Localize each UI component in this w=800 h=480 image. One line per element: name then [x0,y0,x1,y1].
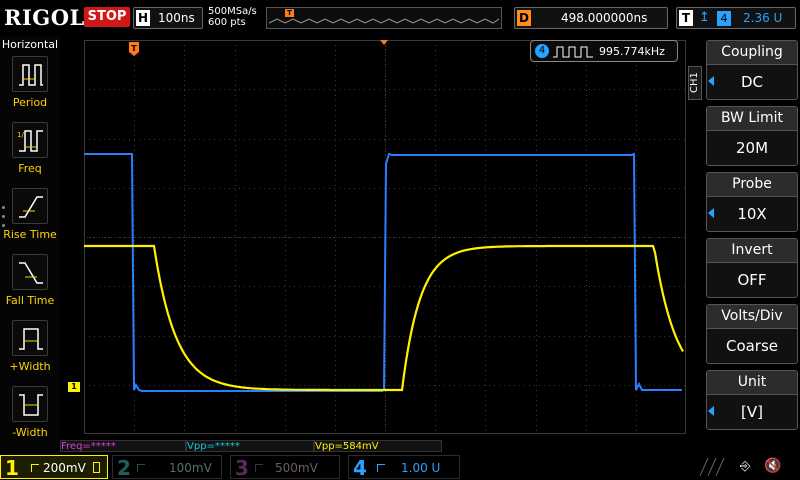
memory-waveform-icon [269,18,499,24]
channel-4-scale: 1.00 U [401,461,441,475]
timebase-value: 100ns [158,11,195,25]
ch1-ground-marker[interactable]: 1 [68,382,80,392]
invert-value: OFF [706,262,798,298]
coupling-icon [255,464,263,472]
positive-width-icon [12,320,48,356]
probe-setting[interactable]: Probe 10X [706,172,798,234]
run-stop-indicator[interactable]: STOP [84,7,130,27]
volts-div-setting[interactable]: Volts/Div Coarse [706,304,798,366]
volts-div-title: Volts/Div [706,304,798,328]
left-arrow-icon [708,406,714,416]
ch4-waveform [84,152,682,392]
measure-fall-time[interactable]: Fall Time [0,254,60,316]
channel-4-status[interactable]: 4 1.00 U [348,455,460,480]
negative-width-icon [12,386,48,422]
channel-status-bar: 1 200mV 2 100mV 3 500mV 4 1.00 U ⎆ 🔇 [0,454,800,480]
bw-limit-setting[interactable]: BW Limit 20M [706,106,798,168]
coupling-icon [31,464,39,472]
sampling-info: 500MSa/s 600 pts [208,6,257,28]
left-menu-title: Horizontal [1,38,59,51]
period-label: Period [12,96,48,109]
square-wave-icon [553,46,593,58]
channel-2-scale: 100mV [169,461,212,475]
unit-setting[interactable]: Unit [V] [706,370,798,432]
freq-label: Freq [18,162,42,175]
volts-div-value: Coarse [706,328,798,364]
measure-period[interactable]: Period [0,56,60,118]
coupling-title: Coupling [706,40,798,64]
trigger-position-marker: T [285,9,294,17]
measure-negative-width[interactable]: -Width [0,386,60,448]
center-delay-marker [380,40,388,45]
channel-1-number: 1 [5,456,19,480]
sample-rate: 500MSa/s [208,6,257,17]
measure-rise-time[interactable]: Rise Time [0,188,60,250]
bw-limit-icon [93,462,100,473]
unit-title: Unit [706,370,798,394]
channel-2-number: 2 [117,456,131,480]
top-status-bar: RIGOL® STOP H 100ns 500MSa/s 600 pts T D… [0,0,800,36]
rise-time-icon [12,188,48,224]
delay-value: 498.000000ns [561,11,648,25]
measurement-freq[interactable]: Freq=***** [60,440,186,452]
channel-3-number: 3 [235,456,249,480]
invert-title: Invert [706,238,798,262]
rise-time-label: Rise Time [3,228,57,241]
counter-value: 995.774kHz [599,45,665,58]
left-arrow-icon [708,208,714,218]
usb-icon: ⎆ [740,459,751,474]
left-arrow-icon [708,76,714,86]
brand-logo: RIGOL® [4,5,93,30]
status-stripe-icon [700,458,725,476]
negative-width-label: -Width [12,426,48,439]
channel-3-scale: 500mV [275,461,318,475]
delay-box[interactable]: D 498.000000ns [514,7,668,29]
measurement-vpp-ch1[interactable]: Vpp=584mV [314,440,442,452]
ch1-ground-label: 1 [71,382,77,391]
frequency-counter[interactable]: 4 995.774kHz [530,40,678,62]
coupling-setting[interactable]: Coupling DC [706,40,798,102]
svg-text:1/: 1/ [17,131,24,139]
probe-title: Probe [706,172,798,196]
period-icon [12,56,48,92]
fall-time-label: Fall Time [5,294,55,307]
speaker-muted-icon[interactable]: 🔇 [764,458,781,474]
memory-overview-bar[interactable]: T [266,7,502,29]
channel-1-status[interactable]: 1 200mV [0,455,108,480]
trigger-position-marker-top: T [129,42,139,56]
measurement-vpp-ch4[interactable]: Vpp=***** [186,440,314,452]
coupling-icon [137,464,145,472]
bw-limit-title: BW Limit [706,106,798,130]
bw-limit-value: 20M [706,130,798,166]
channel-3-status[interactable]: 3 500mV [230,455,340,480]
left-measure-menu: Horizontal Period 1/ Freq Rise Time Fall… [0,36,60,454]
channel-2-status[interactable]: 2 100mV [112,455,222,480]
svg-text:T: T [131,44,137,53]
probe-value: 10X [706,196,798,232]
unit-value: [V] [706,394,798,430]
channel-1-scale: 200mV [43,461,86,475]
waveform-display[interactable]: T [84,40,686,434]
trigger-level: 2.36 U [743,11,783,25]
delay-letter: D [517,10,531,26]
rising-edge-icon: ↥ [699,10,710,25]
fall-time-icon [12,254,48,290]
measure-freq[interactable]: 1/ Freq [0,122,60,184]
channel-settings-menu: CH1 Coupling DC BW Limit 20M Probe 10X I… [686,36,800,454]
trigger-source: 4 [717,11,731,26]
invert-setting[interactable]: Invert OFF [706,238,798,300]
trigger-letter: T [679,10,693,26]
measure-positive-width[interactable]: +Width [0,320,60,382]
positive-width-label: +Width [9,360,51,373]
trigger-box[interactable]: T ↥ 4 2.36 U [676,7,796,29]
channel-tab[interactable]: CH1 [688,66,702,100]
channel-4-number: 4 [353,456,367,480]
freq-icon: 1/ [12,122,48,158]
timebase-letter: H [136,10,150,26]
timebase-box[interactable]: H 100ns [133,7,203,29]
counter-channel: 4 [535,44,549,58]
memory-depth: 600 pts [208,17,246,28]
coupling-icon [377,464,385,472]
coupling-value: DC [706,64,798,100]
